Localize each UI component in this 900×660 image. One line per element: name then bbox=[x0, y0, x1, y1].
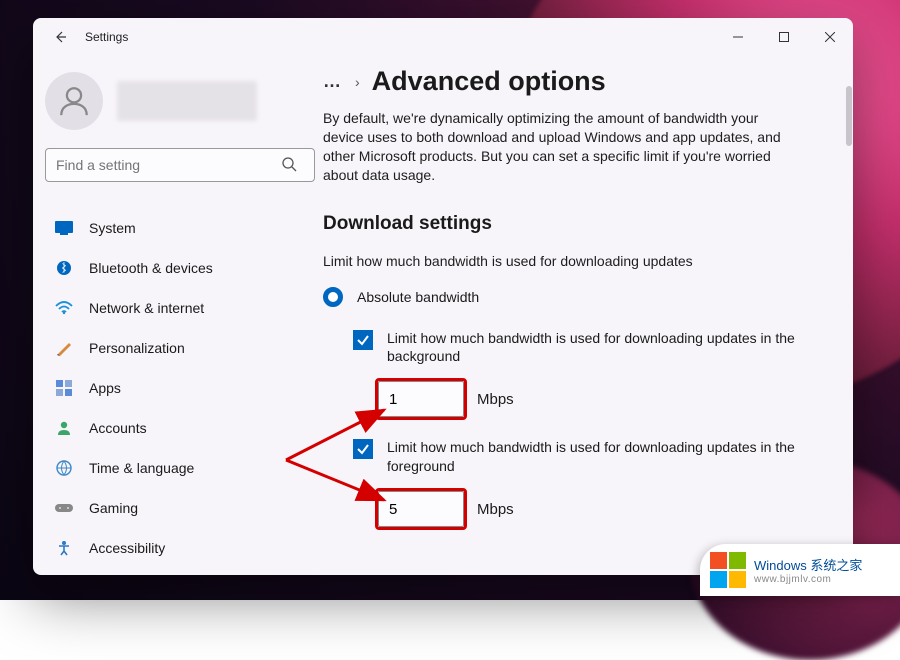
watermark-text: Windows 系统之家 www.bjjmlv.com bbox=[754, 555, 862, 585]
sidebar-item-label: Gaming bbox=[89, 500, 138, 516]
page-description: By default, we're dynamically optimizing… bbox=[323, 109, 783, 185]
app-title: Settings bbox=[85, 30, 715, 44]
settings-window: Settings bbox=[33, 18, 853, 575]
sidebar-item-gaming[interactable]: Gaming bbox=[45, 488, 313, 528]
maximize-button[interactable] bbox=[761, 18, 807, 56]
bluetooth-icon bbox=[55, 259, 73, 277]
watermark-url: www.bjjmlv.com bbox=[754, 574, 862, 585]
section-heading-download: Download settings bbox=[323, 213, 829, 235]
fg-limit-input[interactable] bbox=[378, 491, 464, 527]
fg-limit-unit: Mbps bbox=[477, 501, 514, 518]
radio-absolute-bandwidth[interactable] bbox=[323, 287, 343, 307]
watermark-card: Windows 系统之家 www.bjjmlv.com bbox=[700, 544, 900, 596]
brush-icon bbox=[55, 339, 73, 357]
sidebar-item-label: Personalization bbox=[89, 340, 185, 356]
close-button[interactable] bbox=[807, 18, 853, 56]
windows-logo-icon bbox=[710, 552, 746, 588]
sidebar-item-network[interactable]: Network & internet bbox=[45, 288, 313, 328]
display-icon bbox=[55, 219, 73, 237]
sidebar-item-apps[interactable]: Apps bbox=[45, 368, 313, 408]
page-title: Advanced options bbox=[372, 66, 606, 97]
profile-block[interactable] bbox=[45, 64, 313, 148]
chevron-right-icon: › bbox=[355, 74, 360, 90]
sidebar-item-label: Apps bbox=[89, 380, 121, 396]
sidebar-item-label: Time & language bbox=[89, 460, 194, 476]
profile-name-redacted bbox=[117, 81, 257, 121]
sidebar-item-bluetooth[interactable]: Bluetooth & devices bbox=[45, 248, 313, 288]
breadcrumb-ellipsis[interactable]: … bbox=[323, 71, 343, 92]
person-icon bbox=[55, 419, 73, 437]
sidebar-item-label: System bbox=[89, 220, 136, 236]
sidebar-item-label: Accounts bbox=[89, 420, 147, 436]
sidebar: System Bluetooth & devices Network & int… bbox=[33, 56, 323, 575]
bg-limit-block: Limit how much bandwidth is used for dow… bbox=[323, 329, 829, 421]
bg-limit-input[interactable] bbox=[378, 381, 464, 417]
annotation-highlight-fg bbox=[375, 488, 467, 530]
gamepad-icon bbox=[55, 499, 73, 517]
search-input[interactable] bbox=[45, 148, 315, 182]
section-subheading: Limit how much bandwidth is used for dow… bbox=[323, 253, 829, 269]
sidebar-item-time-language[interactable]: Time & language bbox=[45, 448, 313, 488]
sidebar-item-accessibility[interactable]: Accessibility bbox=[45, 528, 313, 568]
radio-row-absolute: Absolute bandwidth bbox=[323, 287, 829, 307]
window-body: System Bluetooth & devices Network & int… bbox=[33, 56, 853, 575]
wifi-icon bbox=[55, 299, 73, 317]
avatar bbox=[45, 72, 103, 130]
minimize-icon bbox=[733, 32, 743, 42]
bg-limit-label: Limit how much bandwidth is used for dow… bbox=[387, 329, 829, 367]
close-icon bbox=[825, 32, 835, 42]
sidebar-item-label: Bluetooth & devices bbox=[89, 260, 213, 276]
checkbox-bg-limit[interactable] bbox=[353, 330, 373, 350]
maximize-icon bbox=[779, 32, 789, 42]
globe-icon bbox=[55, 459, 73, 477]
annotation-highlight-bg bbox=[375, 378, 467, 420]
content-pane: … › Advanced options By default, we're d… bbox=[323, 56, 853, 575]
sidebar-item-accounts[interactable]: Accounts bbox=[45, 408, 313, 448]
checkmark-icon bbox=[356, 333, 370, 347]
watermark-line1b: 系统之家 bbox=[810, 558, 862, 573]
radio-label: Absolute bandwidth bbox=[357, 289, 479, 305]
sidebar-item-system[interactable]: System bbox=[45, 208, 313, 248]
watermark-line1a: Windows bbox=[754, 558, 810, 573]
fg-limit-block: Limit how much bandwidth is used for dow… bbox=[323, 438, 829, 530]
checkmark-icon bbox=[356, 442, 370, 456]
accessibility-icon bbox=[55, 539, 73, 557]
window-titlebar: Settings bbox=[33, 18, 853, 56]
search-wrap bbox=[45, 148, 313, 182]
sidebar-item-label: Accessibility bbox=[89, 540, 165, 556]
back-arrow-icon bbox=[53, 30, 67, 44]
sidebar-item-personalization[interactable]: Personalization bbox=[45, 328, 313, 368]
fg-limit-label: Limit how much bandwidth is used for dow… bbox=[387, 438, 829, 476]
breadcrumb: … › Advanced options bbox=[323, 66, 829, 97]
minimize-button[interactable] bbox=[715, 18, 761, 56]
checkbox-fg-limit[interactable] bbox=[353, 439, 373, 459]
sidebar-nav: System Bluetooth & devices Network & int… bbox=[45, 208, 313, 568]
scrollbar-thumb[interactable] bbox=[846, 86, 852, 146]
apps-icon bbox=[55, 379, 73, 397]
sidebar-item-label: Network & internet bbox=[89, 300, 204, 316]
back-button[interactable] bbox=[47, 24, 73, 50]
bg-limit-unit: Mbps bbox=[477, 391, 514, 408]
person-avatar-icon bbox=[57, 84, 91, 118]
window-controls bbox=[715, 18, 853, 56]
